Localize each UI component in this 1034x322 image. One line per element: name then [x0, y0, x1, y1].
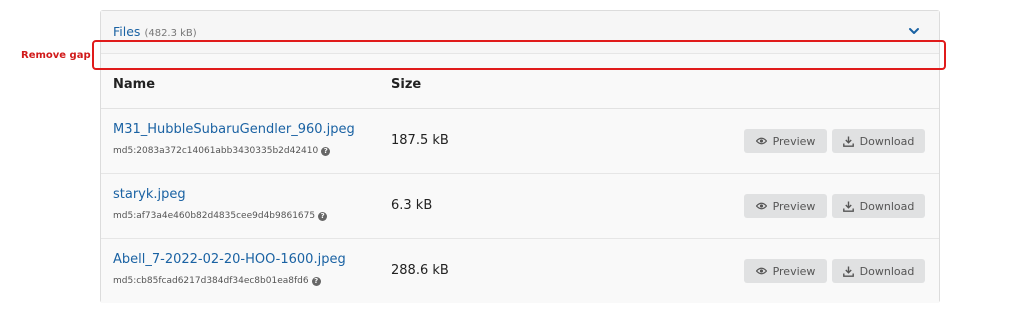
- file-row: Abell_7-2022-02-20-HOO-1600.jpeg md5:cb8…: [101, 239, 939, 303]
- download-button-label: Download: [859, 134, 915, 148]
- file-link[interactable]: staryk.jpeg: [113, 187, 186, 202]
- download-button[interactable]: Download: [832, 194, 925, 218]
- preview-button-label: Preview: [772, 134, 816, 148]
- files-table-header: [101, 74, 939, 109]
- download-button[interactable]: Download: [832, 259, 925, 283]
- file-size: 187.5 kB: [391, 133, 449, 148]
- file-checksum: md5:cb85fcad6217d384df34ec8b01ea8fd6?: [113, 276, 321, 286]
- annotation-highlight-box: [92, 40, 946, 70]
- file-size: 6.3 kB: [391, 198, 433, 213]
- eye-icon: [755, 202, 767, 210]
- chevron-down-icon[interactable]: [907, 23, 921, 37]
- preview-button[interactable]: Preview: [744, 129, 827, 153]
- eye-icon: [755, 267, 767, 275]
- files-title[interactable]: Files (482.3 kB): [113, 24, 197, 39]
- file-row: M31_HubbleSubaruGendler_960.jpeg md5:208…: [101, 109, 939, 174]
- eye-icon: [755, 137, 767, 145]
- download-icon: [842, 136, 854, 147]
- question-circle-icon[interactable]: ?: [318, 212, 328, 221]
- question-circle-icon[interactable]: ?: [311, 277, 321, 286]
- preview-button-label: Preview: [772, 264, 816, 278]
- file-md5: md5:2083a372c14061abb3430335b2d42410: [113, 146, 319, 156]
- file-size: 288.6 kB: [391, 263, 449, 278]
- files-title-label: Files: [113, 24, 141, 39]
- files-total-size: (482.3 kB): [144, 28, 197, 39]
- preview-button[interactable]: Preview: [744, 259, 827, 283]
- download-icon: [842, 201, 854, 212]
- file-link[interactable]: M31_HubbleSubaruGendler_960.jpeg: [113, 122, 355, 137]
- file-link[interactable]: Abell_7-2022-02-20-HOO-1600.jpeg: [113, 252, 346, 267]
- download-icon: [842, 266, 854, 277]
- file-md5: md5:cb85fcad6217d384df34ec8b01ea8fd6: [113, 276, 309, 286]
- download-button-label: Download: [859, 264, 915, 278]
- download-button[interactable]: Download: [832, 129, 925, 153]
- file-md5: md5:af73a4e460b82d4835cee9d4b9861675: [113, 211, 316, 221]
- question-circle-icon[interactable]: ?: [321, 147, 331, 156]
- file-checksum: md5:af73a4e460b82d4835cee9d4b9861675?: [113, 211, 328, 221]
- file-checksum: md5:2083a372c14061abb3430335b2d42410?: [113, 146, 331, 156]
- column-header-name: Name: [113, 77, 156, 92]
- preview-button-label: Preview: [772, 199, 816, 213]
- annotation-label: Remove gap: [21, 50, 91, 61]
- preview-button[interactable]: Preview: [744, 194, 827, 218]
- file-row: staryk.jpeg md5:af73a4e460b82d4835cee9d4…: [101, 174, 939, 239]
- column-header-size: Size: [391, 77, 422, 92]
- download-button-label: Download: [859, 199, 915, 213]
